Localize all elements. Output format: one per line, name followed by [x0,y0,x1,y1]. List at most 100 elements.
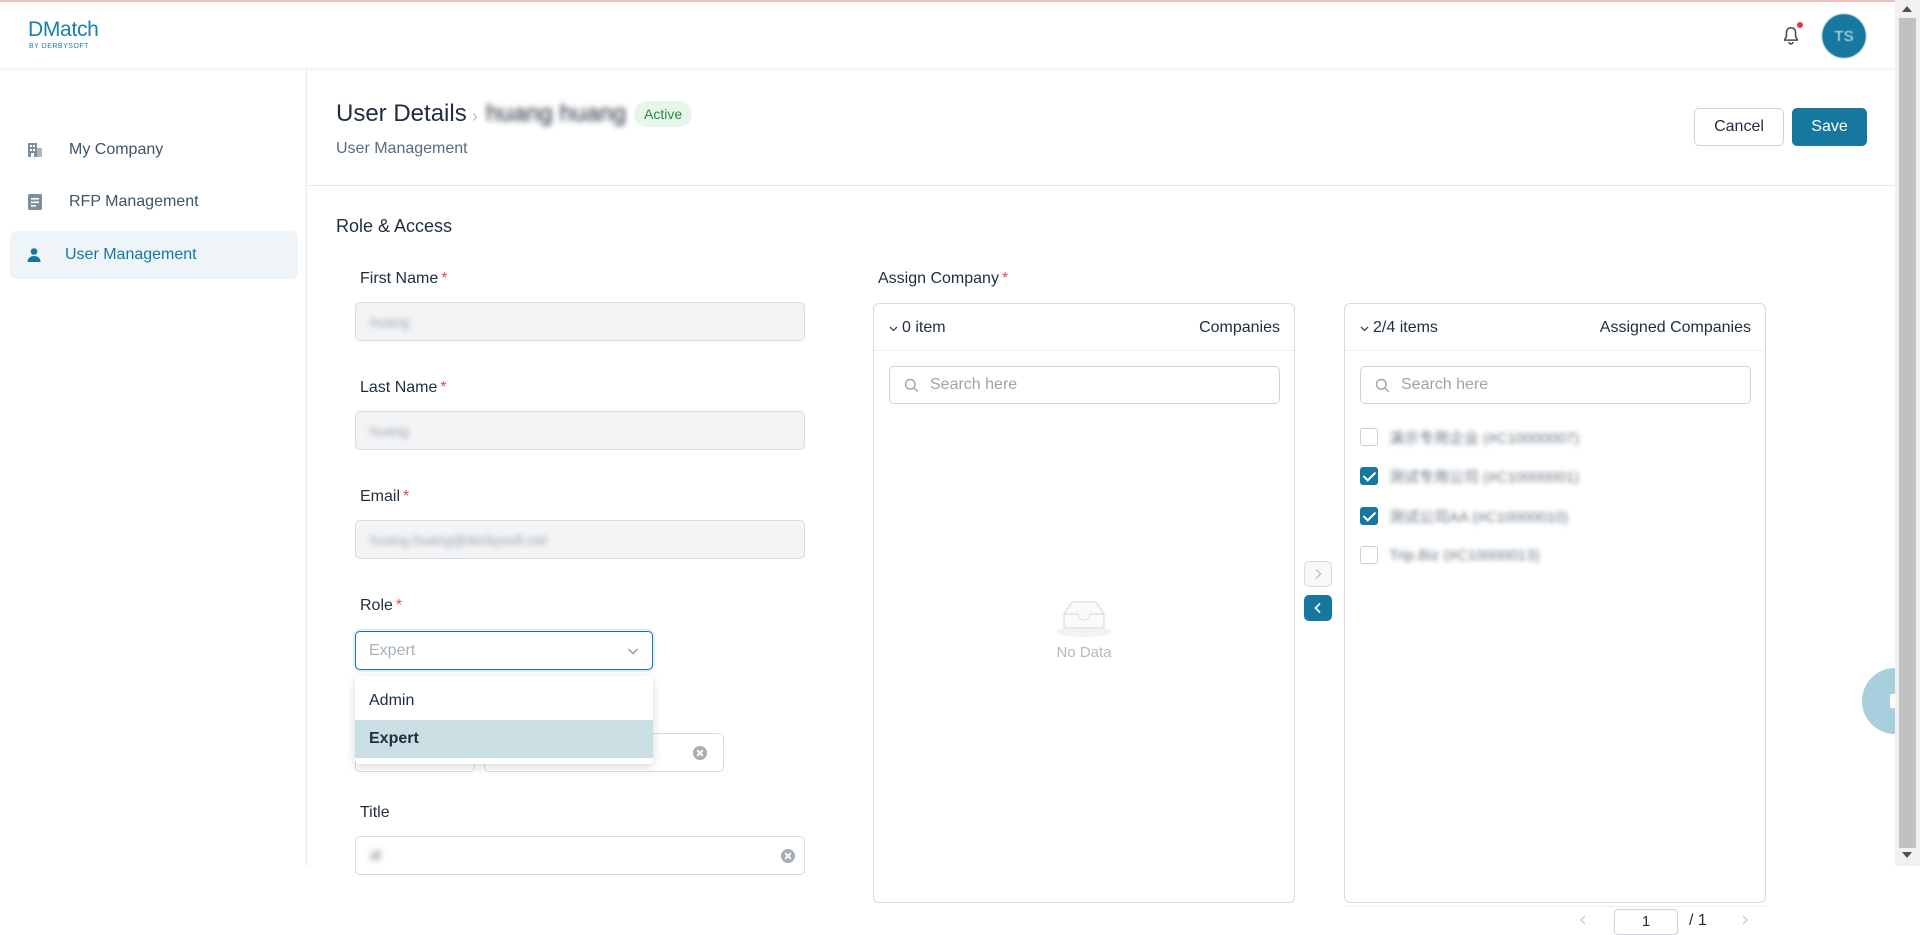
assigned-companies-panel: 2/4 items Assigned Companies Search here… [1344,303,1766,903]
email-field: huang.huang@derbysoft.net [355,520,805,559]
required-mark: * [1001,270,1009,287]
first-name-label: First Name * [360,270,447,288]
scroll-up-arrow[interactable] [1902,6,1912,12]
item-count: 0 item [902,319,946,336]
last-name-field: huang [355,411,805,450]
user-name: huang huang [486,100,627,127]
scroll-down-arrow[interactable] [1902,852,1912,858]
move-right-button[interactable] [1304,561,1332,587]
list-item[interactable]: 测试专用公司 (#C10000001) [1360,464,1579,488]
panel-header: 0 item Companies [874,304,1294,351]
move-left-button[interactable] [1304,595,1332,621]
chevron-right-icon [1315,569,1322,579]
search-placeholder: Search here [1401,376,1489,393]
page-total: / 1 [1689,912,1707,929]
role-option-expert[interactable]: Expert [355,720,653,758]
company-label: 测试专用公司 (#C10000001) [1389,468,1580,486]
pagination: 1 / 1 [1344,906,1766,935]
user-icon [27,248,41,262]
field-label-text: First Name [360,270,439,287]
sidebar-item-label: RFP Management [69,193,199,210]
companies-search-input[interactable]: Search here [889,366,1280,404]
scrollbar[interactable] [1895,0,1920,866]
avatar-initials: TS [1834,27,1854,45]
sidebar-item-rfp-management[interactable]: RFP Management [10,178,298,226]
title-separator: › [472,106,478,126]
role-select-value: Expert [369,641,416,659]
required-mark: * [441,270,448,287]
chevron-left-icon[interactable] [1578,915,1588,925]
assigned-search-input[interactable]: Search here [1360,366,1751,404]
breadcrumb[interactable]: User Management [336,140,468,158]
first-name-field: huang [355,302,805,341]
chevron-left-icon [1314,602,1321,614]
save-button[interactable]: Save [1792,108,1867,146]
sidebar-item-user-management[interactable]: User Management [10,231,298,279]
field-label-text: Assign Company [878,270,999,287]
checkbox[interactable] [1360,507,1378,525]
empty-text: No Data [1056,644,1112,661]
top-header: DMatch BY DERBYSOFT TS [0,2,1895,68]
first-name-value: huang [370,313,409,330]
checkbox[interactable] [1360,546,1378,564]
last-name-value: huang [370,422,409,439]
clear-icon[interactable] [781,849,795,863]
chevron-right-icon[interactable] [1740,915,1750,925]
page-input[interactable]: 1 [1614,909,1678,935]
assign-company-label: Assign Company * [878,270,1008,288]
checkbox[interactable] [1360,428,1378,446]
logo-text: DMatch [28,18,99,41]
document-icon [28,194,42,210]
chevron-down-icon[interactable] [1360,324,1369,333]
company-label: 测试公司AA (#C10000010) [1389,508,1569,526]
cancel-button[interactable]: Cancel [1694,108,1784,146]
required-mark: * [403,488,410,505]
search-icon [1375,378,1390,393]
scroll-thumb[interactable] [1899,18,1916,848]
logo-subtext: BY DERBYSOFT [29,43,89,50]
role-select[interactable]: Expert [355,631,653,670]
panel-header: 2/4 items Assigned Companies [1345,304,1765,351]
chevron-down-icon [628,648,638,655]
list-item[interactable]: Trip.Biz (#C10000013) [1360,543,1539,567]
status-badge: Active [634,101,693,127]
list-item[interactable]: 测试公司AA (#C10000010) [1360,504,1568,528]
list-item[interactable]: 演示专用企业 (#C10000007) [1360,425,1579,449]
panel-title: Assigned Companies [1599,319,1751,336]
companies-panel: 0 item Companies Search here No Data [873,303,1295,903]
sidebar: My Company RFP Management User Managemen… [0,68,307,866]
avatar[interactable]: TS [1822,14,1866,58]
sidebar-item-label: User Management [65,246,197,263]
company-label: 演示专用企业 (#C10000007) [1389,429,1580,447]
field-label-text: Role [360,597,393,614]
clear-icon[interactable] [693,746,707,760]
email-label: Email * [360,488,409,506]
app-logo[interactable]: DMatch BY DERBYSOFT [28,18,99,50]
search-icon [904,378,919,393]
field-label-text: Email [360,488,401,505]
checkbox[interactable] [1360,467,1378,485]
sidebar-item-my-company[interactable]: My Company [10,126,298,174]
page-title: User Details [336,100,467,127]
item-count: 2/4 items [1373,319,1438,336]
last-name-label: Last Name * [360,379,447,397]
section-title: Role & Access [336,216,453,236]
title-label: Title [360,804,390,822]
role-label: Role * [360,597,402,615]
role-option-admin[interactable]: Admin [355,682,653,720]
required-mark: * [395,597,403,614]
notification-dot [1797,22,1803,28]
chevron-down-icon[interactable] [889,324,898,333]
title-field[interactable]: dl [355,836,805,875]
empty-state: No Data [874,594,1294,661]
title-value: dl [370,847,381,863]
sidebar-item-label: My Company [69,141,164,158]
page-header: User Details › huang huang Active User M… [308,68,1895,186]
panel-title: Companies [1199,319,1280,336]
field-label-text: Last Name [360,379,438,396]
inbox-icon [1056,601,1112,637]
email-value: huang.huang@derbysoft.net [370,531,547,548]
main-content: User Details › huang huang Active User M… [308,68,1895,935]
role-dropdown: Admin Expert [355,676,653,764]
building-icon [28,143,42,157]
